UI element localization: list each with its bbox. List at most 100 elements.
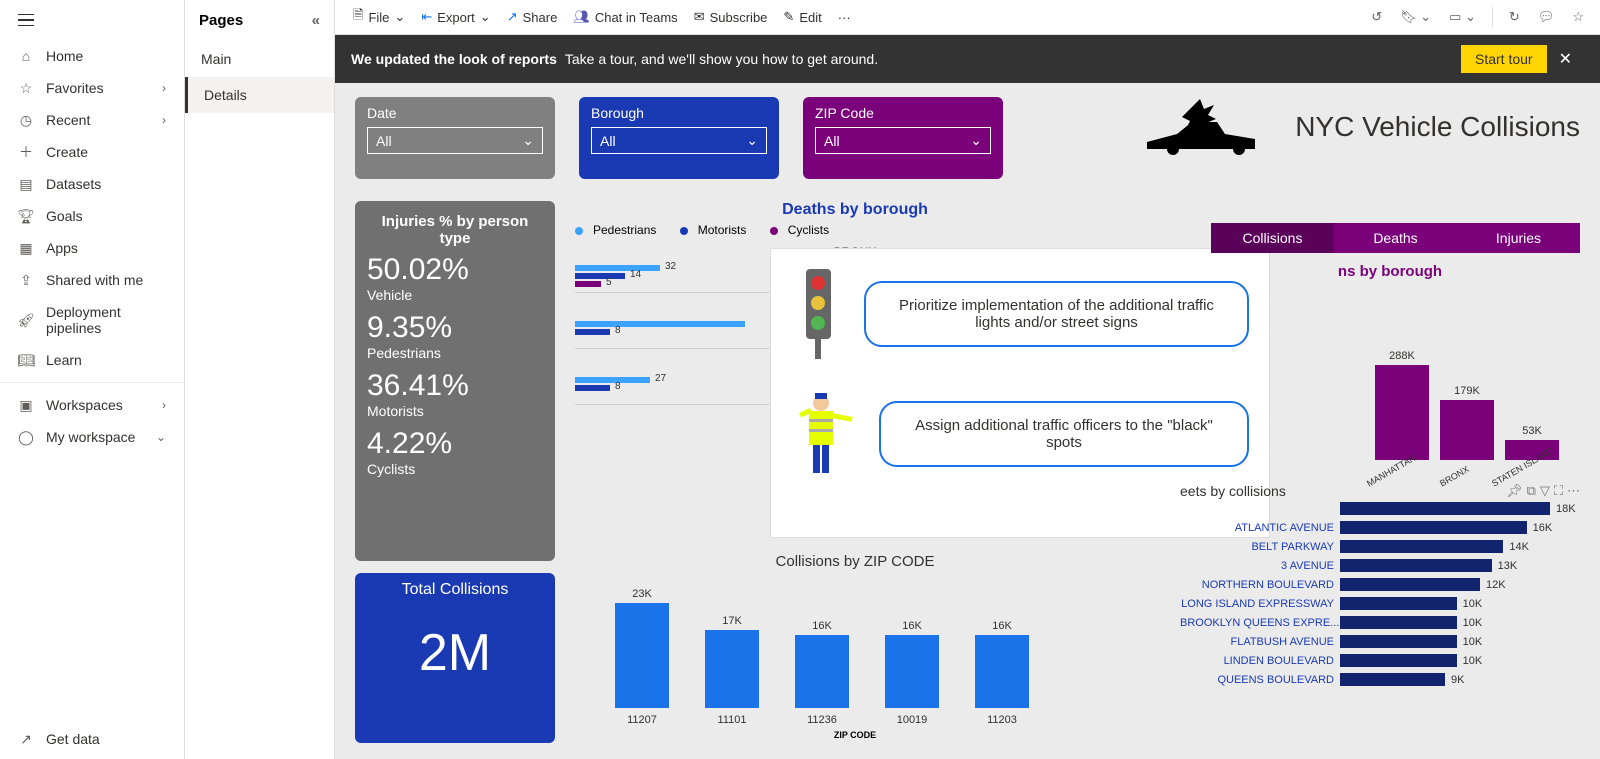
nav-home[interactable]: ⌂Home (0, 40, 184, 72)
chat-button[interactable]: 👥︎Chat in Teams (565, 5, 685, 29)
nav-goals[interactable]: 🏆︎Goals (0, 200, 184, 232)
edit-button[interactable]: ✎Edit (775, 5, 829, 29)
street-label: 3 AVENUE (1180, 560, 1340, 572)
nav-pipelines[interactable]: 🚀︎Deployment pipelines (0, 296, 184, 344)
slicer-dropdown[interactable]: All⌄ (591, 127, 767, 154)
nav-getdata[interactable]: ↗Get data (0, 719, 184, 759)
refresh-icon[interactable]: ↻ (1503, 5, 1526, 29)
nav-apps[interactable]: ▦Apps (0, 232, 184, 264)
pin-icon[interactable]: 📌︎ (1506, 483, 1523, 499)
nav-create[interactable]: ＋Create (0, 136, 184, 168)
chevron-right-icon: › (162, 81, 166, 95)
tabs: Collisions Deaths Injuries (1211, 223, 1580, 253)
more-icon[interactable]: ⋯ (1567, 483, 1580, 499)
hamburger-icon[interactable] (0, 0, 184, 40)
metric-label: Cyclists (367, 461, 543, 477)
crash-icon (1137, 97, 1277, 157)
street-row: LONG ISLAND EXPRESSWAY10K (1180, 594, 1580, 613)
bar (1340, 616, 1457, 629)
subscribe-button[interactable]: ✉Subscribe (686, 5, 776, 29)
more-button[interactable]: ··· (830, 6, 859, 29)
street-label: ATLANTIC AVENUE (1180, 522, 1340, 534)
nav-datasets[interactable]: ▤Datasets (0, 168, 184, 200)
nav-shared[interactable]: ⇪Shared with me (0, 264, 184, 296)
nav-label: Deployment pipelines (46, 304, 166, 336)
chevron-down-icon: ⌄ (156, 430, 166, 444)
data-label: 53K (1522, 425, 1542, 437)
start-tour-button[interactable]: Start tour (1461, 45, 1547, 73)
slicer-borough[interactable]: Borough All⌄ (579, 97, 779, 179)
data-label: 23K (632, 588, 652, 600)
nav-learn[interactable]: 📖︎Learn (0, 344, 184, 376)
tab-collisions[interactable]: Collisions (1211, 223, 1334, 253)
data-label: 10K (1457, 598, 1483, 610)
comment-icon[interactable]: 💬︎ (1532, 5, 1561, 29)
undo-icon[interactable]: ↺ (1365, 5, 1388, 29)
chevron-right-icon: › (162, 398, 166, 412)
nav-favorites[interactable]: ☆Favorites› (0, 72, 184, 104)
metric-value: 9.35% (367, 311, 543, 345)
nav-label: Recent (46, 112, 90, 128)
tab-deaths[interactable]: Deaths (1334, 223, 1457, 253)
axis-label: 11236 (807, 714, 837, 726)
data-label: 18K (1550, 503, 1576, 515)
data-label: 5 (606, 277, 612, 288)
slicer-zip[interactable]: ZIP Code All⌄ (803, 97, 1003, 179)
nav-label: Apps (46, 240, 78, 256)
tab-injuries[interactable]: Injuries (1457, 223, 1580, 253)
chevron-right-icon: › (162, 113, 166, 127)
banner-title: We updated the look of reports (351, 51, 557, 67)
metric-value: 2M (355, 623, 555, 683)
toolbar: 🗎File⌄ ⇤Export⌄ ↗Share 👥︎Chat in Teams ✉… (335, 0, 1600, 35)
bookmark-icon[interactable]: 🔖︎ ⌄ (1394, 5, 1437, 29)
page-main[interactable]: Main (185, 41, 334, 77)
bar (1340, 559, 1492, 572)
metric-label: Vehicle (367, 287, 543, 303)
insight-text: Prioritize implementation of the additio… (864, 281, 1249, 347)
slicer-date[interactable]: Date All⌄ (355, 97, 555, 179)
page-details[interactable]: Details (185, 77, 334, 113)
data-label: 16K (812, 620, 832, 632)
pages-title: Pages (199, 12, 243, 29)
street-label: BELT PARKWAY (1180, 541, 1340, 553)
data-label: 288K (1389, 350, 1415, 362)
nav-label: Learn (46, 352, 82, 368)
favorite-icon[interactable]: ☆ (1566, 5, 1590, 29)
slicer-dropdown[interactable]: All⌄ (367, 127, 543, 154)
street-row: 3 AVENUE13K (1180, 556, 1580, 575)
chart-title: Deaths by borough (575, 201, 1135, 219)
export-button[interactable]: ⇤Export⌄ (413, 5, 498, 29)
chart-title: Collisions by ZIP CODE (575, 553, 1135, 570)
nav-workspaces[interactable]: ▣Workspaces› (0, 389, 184, 421)
bar (1340, 654, 1457, 667)
banner-text: Take a tour, and we'll show you how to g… (565, 51, 878, 67)
star-icon: ☆ (18, 80, 34, 96)
bar (615, 603, 669, 708)
nav-myworkspace[interactable]: ◯My workspace⌄ (0, 421, 184, 453)
street-label: NORTHERN BOULEVARD (1180, 579, 1340, 591)
bar (1340, 673, 1445, 686)
toolbar-label: Share (523, 10, 558, 25)
chevron-down-icon: ⌄ (746, 132, 758, 149)
plus-icon: ＋ (18, 144, 34, 160)
filter-icon[interactable]: ▽ (1540, 483, 1550, 499)
chart-title: eets by collisions (1180, 483, 1286, 499)
nav-recent[interactable]: ◷Recent› (0, 104, 184, 136)
slicer-label: ZIP Code (815, 105, 991, 121)
view-icon[interactable]: ▭ ⌄ (1443, 5, 1482, 29)
bar (885, 635, 939, 708)
focus-icon[interactable]: ⛶ (1554, 483, 1563, 499)
copy-icon[interactable]: ⧉ (1527, 483, 1536, 499)
file-button[interactable]: 🗎File⌄ (345, 2, 413, 32)
street-row: FLATBUSH AVENUE10K (1180, 632, 1580, 651)
metric-value: 50.02% (367, 253, 543, 287)
street-row: BELT PARKWAY14K (1180, 537, 1580, 556)
insight-text: Assign additional traffic officers to th… (879, 401, 1249, 467)
close-icon[interactable]: ✕ (1547, 43, 1584, 75)
metric-label: Pedestrians (367, 345, 543, 361)
share-button[interactable]: ↗Share (499, 5, 566, 29)
slicer-dropdown[interactable]: All⌄ (815, 127, 991, 154)
street-label: FLATBUSH AVENUE (1180, 636, 1340, 648)
shared-icon: ⇪ (18, 272, 34, 288)
collapse-icon[interactable]: « (312, 12, 320, 29)
